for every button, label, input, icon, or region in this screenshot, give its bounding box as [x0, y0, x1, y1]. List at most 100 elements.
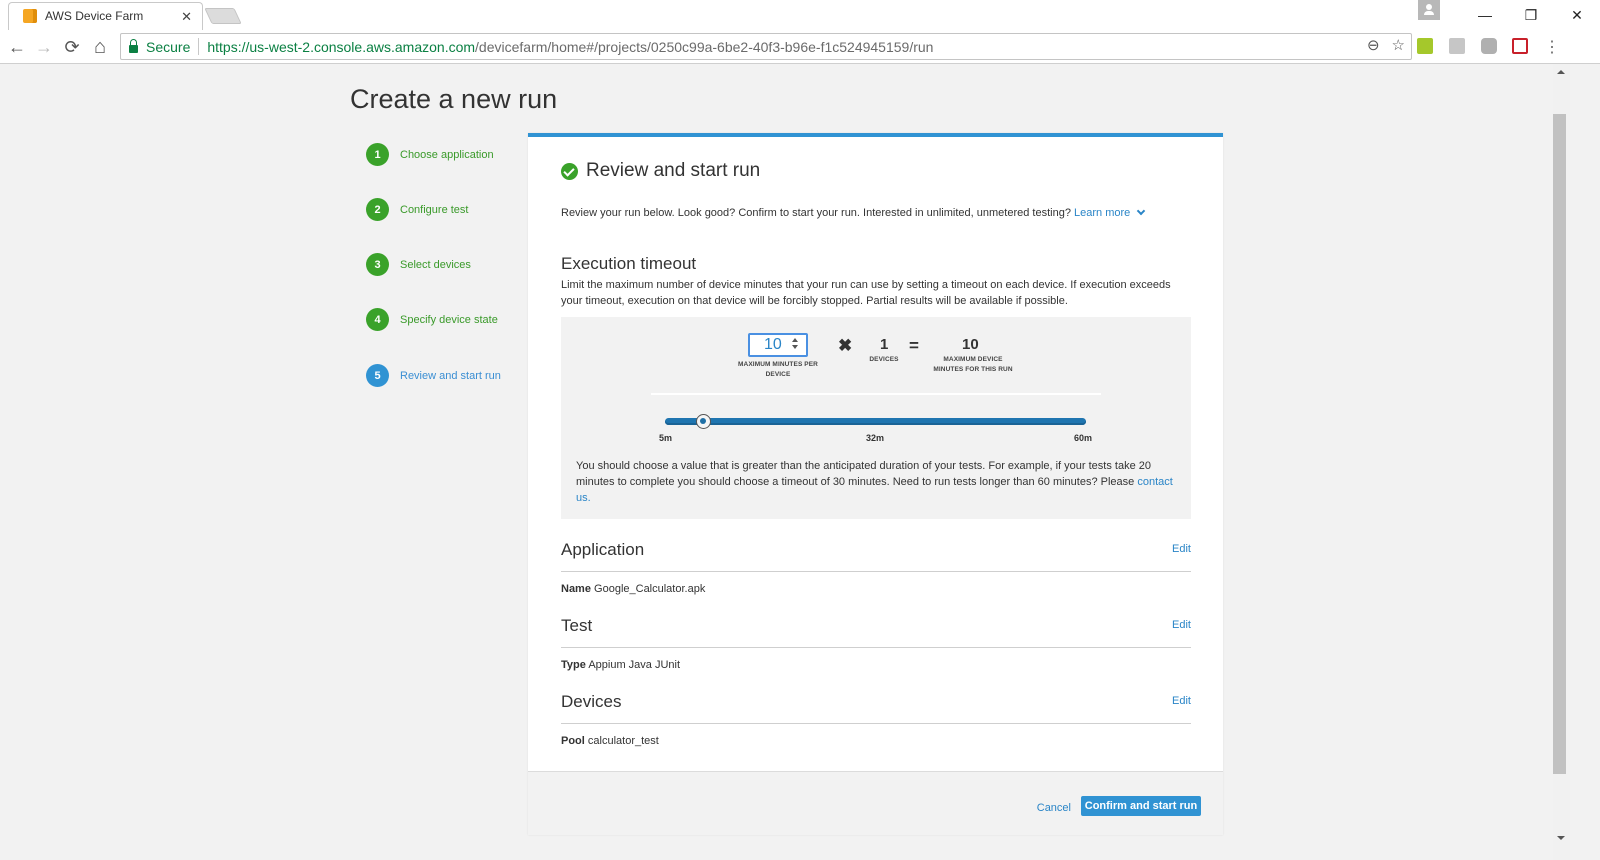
test-type: Type Appium Java JUnit [561, 659, 680, 671]
total-device-minutes: 10 [962, 336, 979, 353]
scroll-thumb[interactable] [1553, 114, 1566, 774]
card-footer: Cancel Confirm and start run [528, 771, 1223, 835]
profile-icon[interactable] [1418, 0, 1440, 20]
step-number: 5 [366, 364, 389, 387]
browser-toolbar: ← → ⟳ ⌂ Secure https://us-west-2.console… [0, 30, 1600, 64]
cancel-button[interactable]: Cancel [1037, 802, 1071, 814]
restore-icon[interactable]: ❐ [1508, 0, 1554, 30]
slider-thumb[interactable] [696, 414, 712, 429]
section-divider [561, 571, 1191, 572]
device-pool: Pool calculator_test [561, 735, 659, 747]
zoom-icon[interactable]: ⊖ [1367, 36, 1380, 54]
extension-gray-icon[interactable] [1481, 38, 1497, 54]
minutes-per-device-caption: MAXIMUM MINUTES PER DEVICE [738, 361, 818, 378]
section-divider [561, 723, 1191, 724]
application-name-key: Name [561, 583, 591, 595]
page-scrollbar[interactable] [1553, 64, 1570, 860]
edit-test-link[interactable]: Edit [1172, 619, 1191, 631]
increment-arrow-icon[interactable] [792, 338, 798, 342]
step-label: Specify device state [400, 313, 498, 326]
step-number: 4 [366, 308, 389, 331]
aws-cube-icon [23, 9, 37, 23]
devices-section-title: Devices [561, 692, 622, 711]
window-close-icon[interactable]: ✕ [1554, 0, 1600, 30]
slider-tick-max: 60m [1074, 433, 1093, 443]
edit-devices-link[interactable]: Edit [1172, 695, 1191, 707]
home-icon[interactable]: ⌂ [88, 35, 112, 59]
url-host: https://us-west-2.console.aws.amazon.com [207, 38, 476, 55]
check-circle-icon [561, 162, 578, 180]
decrement-arrow-icon[interactable] [792, 345, 798, 349]
devices-caption: DEVICES [869, 356, 899, 363]
omnibox-separator [198, 38, 200, 55]
timeout-hint-text: You should choose a value that is greate… [576, 460, 1151, 488]
back-icon[interactable]: ← [5, 35, 29, 59]
confirm-and-start-run-button[interactable]: Confirm and start run [1081, 796, 1201, 816]
browser-menu-icon[interactable]: ⋮ [1540, 35, 1564, 59]
step-label: Select devices [400, 258, 471, 271]
step-label: Configure test [400, 203, 469, 216]
step-specify-device-state[interactable]: 4 Specify device state [366, 308, 498, 331]
extension-red-icon[interactable] [1512, 38, 1528, 54]
bookmark-star-icon[interactable]: ☆ [1392, 36, 1405, 54]
section-divider [561, 647, 1191, 648]
total-minutes-caption: MAXIMUM DEVICE MINUTES FOR THIS RUN [933, 356, 1013, 373]
application-name: Name Google_Calculator.apk [561, 583, 705, 595]
forward-icon[interactable]: → [32, 35, 56, 59]
timeout-panel: 10 MAXIMUM MINUTES PER DEVICE ✖ 1 DEVICE… [561, 317, 1191, 519]
page-margin-right [1570, 64, 1600, 860]
step-review-and-start-run[interactable]: 5 Review and start run [366, 364, 501, 387]
devices-count: 1 [880, 336, 889, 353]
timeout-slider[interactable] [665, 414, 1086, 429]
review-intro-text: Review your run below. Look good? Confir… [561, 207, 1071, 219]
slider-tick-mid: 32m [866, 433, 885, 443]
device-pool-key: Pool [561, 735, 585, 747]
execution-timeout-description: Limit the maximum number of device minut… [561, 279, 1171, 307]
secure-label: Secure [146, 38, 191, 55]
step-configure-test[interactable]: 2 Configure test [366, 198, 468, 221]
calc-divider [651, 393, 1101, 395]
edit-application-link[interactable]: Edit [1172, 543, 1191, 555]
step-label: Review and start run [400, 369, 501, 382]
step-choose-application[interactable]: 1 Choose application [366, 143, 494, 166]
new-tab-button[interactable] [204, 8, 242, 24]
minutes-calculation: 10 MAXIMUM MINUTES PER DEVICE ✖ 1 DEVICE… [561, 333, 1191, 393]
tab-close-icon[interactable]: ✕ [181, 9, 192, 25]
review-intro: Review your run below. Look good? Confir… [561, 206, 1146, 219]
tab-title: AWS Device Farm [45, 9, 144, 23]
lock-icon [129, 38, 138, 53]
review-title: Review and start run [586, 160, 761, 181]
scroll-up-arrow-icon[interactable] [1557, 70, 1565, 74]
equals-sign: = [909, 336, 919, 355]
page-title: Create a new run [350, 84, 558, 114]
slider-tick-min: 5m [659, 433, 673, 443]
scroll-down-arrow-icon[interactable] [1557, 836, 1565, 840]
address-bar[interactable]: Secure https://us-west-2.console.aws.ama… [120, 33, 1412, 60]
minutes-per-device-input[interactable]: 10 [748, 333, 808, 357]
reload-icon[interactable]: ⟳ [60, 35, 84, 59]
application-section-title: Application [561, 540, 645, 559]
review-card: Review and start run Review your run bel… [528, 133, 1223, 835]
step-number: 2 [366, 198, 389, 221]
minimize-icon[interactable]: — [1462, 0, 1508, 30]
step-select-devices[interactable]: 3 Select devices [366, 253, 471, 276]
minutes-per-device-value: 10 [764, 336, 782, 353]
step-label: Choose application [400, 148, 494, 161]
extension-download-icon[interactable] [1449, 38, 1465, 54]
application-name-value: Google_Calculator.apk [594, 583, 706, 595]
test-section-title: Test [561, 616, 593, 635]
step-number: 3 [366, 253, 389, 276]
extension-green-icon[interactable] [1417, 38, 1433, 54]
step-number: 1 [366, 143, 389, 166]
times-icon: ✖ [838, 336, 853, 355]
test-type-value: Appium Java JUnit [588, 659, 681, 671]
browser-tab-active[interactable]: AWS Device Farm ✕ [8, 2, 203, 30]
browser-titlebar: AWS Device Farm ✕ — ❐ ✕ [0, 0, 1600, 30]
test-type-key: Type [561, 659, 586, 671]
device-pool-value: calculator_test [587, 735, 659, 747]
learn-more-link[interactable]: Learn more [1074, 207, 1130, 219]
chevron-down-icon[interactable] [1137, 206, 1146, 216]
execution-timeout-title: Execution timeout [561, 254, 697, 273]
timeout-hint: You should choose a value that is greate… [576, 458, 1186, 506]
url-path: /devicefarm/home#/projects/0250c99a-6be2… [475, 38, 934, 55]
